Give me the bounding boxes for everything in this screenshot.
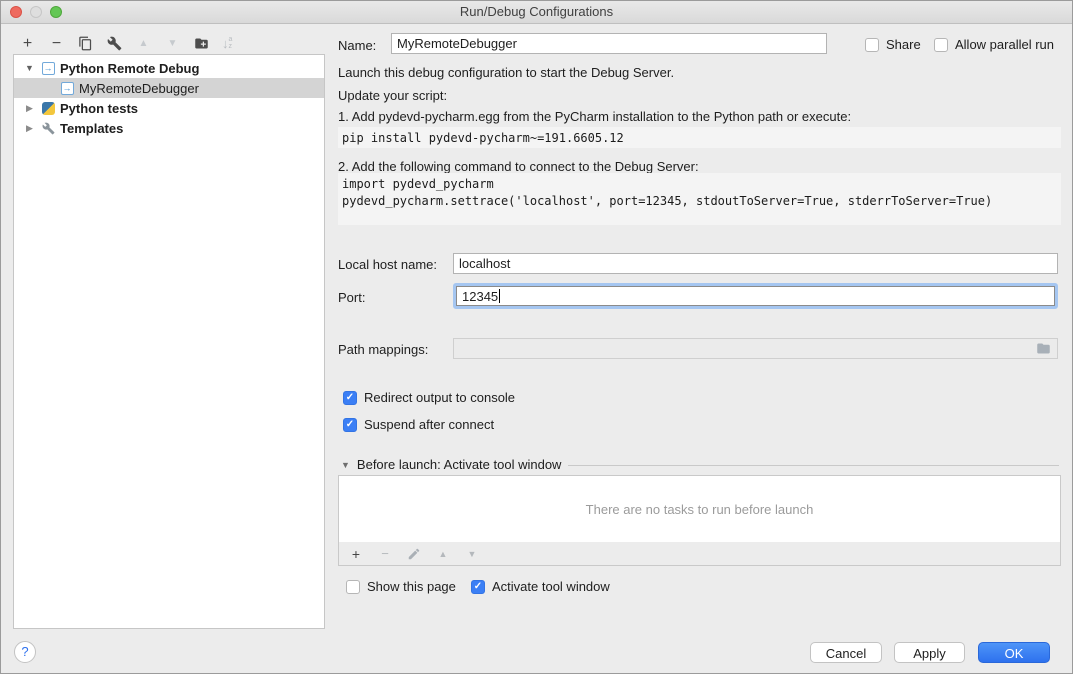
suspend-after-connect-checkbox[interactable]: ✓ [343, 418, 357, 432]
task-list-toolbar: + − ▲ ▼ [338, 542, 1061, 566]
suspend-after-connect-option: ✓ Suspend after connect [343, 417, 494, 432]
empty-task-list-text: There are no tasks to run before launch [586, 502, 814, 517]
section-divider [568, 465, 1059, 466]
allow-parallel-run-checkbox[interactable]: ✓ [934, 38, 948, 52]
name-label: Name: [338, 38, 376, 53]
configurations-toolbar: + − ▲ ▼ ↓ az [19, 34, 232, 52]
chevron-right-icon[interactable]: ▶ [23, 103, 36, 114]
traffic-lights [10, 6, 62, 18]
tree-item-myremotedebugger[interactable]: → MyRemoteDebugger [14, 78, 324, 98]
show-this-page-label: Show this page [367, 579, 456, 594]
tree-item-python-remote-debug[interactable]: ▼ → Python Remote Debug [14, 58, 324, 78]
activate-tool-window-label: Activate tool window [492, 579, 610, 594]
launch-instruction-text: Launch this debug configuration to start… [338, 65, 674, 80]
ok-button[interactable]: OK [978, 642, 1050, 663]
move-down-button[interactable]: ▼ [164, 35, 181, 52]
step2-text: 2. Add the following command to connect … [338, 159, 699, 174]
redirect-output-option: ✓ Redirect output to console [343, 390, 515, 405]
remove-configuration-button[interactable]: − [48, 35, 65, 52]
before-launch-title: Before launch: Activate tool window [357, 457, 562, 472]
remove-task-button[interactable]: − [377, 546, 393, 562]
redirect-output-label: Redirect output to console [364, 390, 515, 405]
before-launch-section-header[interactable]: ▼ Before launch: Activate tool window [341, 457, 1059, 472]
wrench-icon [41, 121, 55, 135]
remote-debug-icon: → [41, 61, 55, 75]
chevron-down-icon[interactable]: ▼ [23, 63, 36, 73]
chevron-down-icon[interactable]: ▼ [341, 460, 350, 470]
share-option: ✓ Share [865, 37, 921, 52]
remote-debug-icon: → [60, 81, 74, 95]
show-this-page-option: ✓ Show this page [346, 579, 456, 594]
close-window-button[interactable] [10, 6, 22, 18]
move-up-button[interactable]: ▲ [135, 35, 152, 52]
zoom-window-button[interactable] [50, 6, 62, 18]
path-mappings-input[interactable] [453, 338, 1058, 359]
run-debug-configurations-dialog: Run/Debug Configurations + − ▲ ▼ ↓ az ▼ … [0, 0, 1073, 674]
chevron-right-icon[interactable]: ▶ [23, 123, 36, 134]
settrace-code: import pydevd_pycharmpydevd_pycharm.sett… [338, 173, 1061, 225]
window-title: Run/Debug Configurations [1, 1, 1072, 23]
sort-configurations-icon[interactable]: ↓ az [222, 36, 232, 51]
share-label: Share [886, 37, 921, 52]
allow-parallel-run-option: ✓ Allow parallel run [934, 37, 1054, 52]
pip-install-code: pip install pydevd-pycharm~=191.6605.12 [338, 127, 1061, 148]
share-checkbox[interactable]: ✓ [865, 38, 879, 52]
tree-item-templates[interactable]: ▶ Templates [14, 118, 324, 138]
local-host-name-label: Local host name: [338, 257, 437, 272]
titlebar[interactable]: Run/Debug Configurations [1, 1, 1072, 24]
suspend-after-connect-label: Suspend after connect [364, 417, 494, 432]
python-icon [41, 101, 55, 115]
apply-button[interactable]: Apply [894, 642, 965, 663]
allow-parallel-run-label: Allow parallel run [955, 37, 1054, 52]
configurations-tree: ▼ → Python Remote Debug → MyRemoteDebugg… [13, 54, 325, 629]
port-input[interactable]: 12345 [453, 283, 1058, 309]
minimize-window-button[interactable] [30, 6, 42, 18]
text-caret [499, 289, 500, 303]
before-launch-task-list[interactable]: There are no tasks to run before launch [338, 475, 1061, 543]
redirect-output-checkbox[interactable]: ✓ [343, 391, 357, 405]
activate-tool-window-option: ✓ Activate tool window [471, 579, 610, 594]
step1-text: 1. Add pydevd-pycharm.egg from the PyCha… [338, 109, 851, 124]
local-host-name-input[interactable] [453, 253, 1058, 274]
tree-item-python-tests[interactable]: ▶ Python tests [14, 98, 324, 118]
port-label: Port: [338, 290, 365, 305]
create-folder-icon[interactable] [193, 35, 210, 52]
move-task-down-button[interactable]: ▼ [464, 546, 480, 562]
port-value: 12345 [462, 289, 498, 304]
update-script-text: Update your script: [338, 88, 447, 103]
add-task-button[interactable]: + [348, 546, 364, 562]
cancel-button[interactable]: Cancel [810, 642, 882, 663]
edit-defaults-wrench-icon[interactable] [106, 35, 123, 52]
copy-configuration-icon[interactable] [77, 35, 94, 52]
edit-task-pencil-icon[interactable] [406, 546, 422, 562]
add-configuration-button[interactable]: + [19, 35, 36, 52]
path-mappings-label: Path mappings: [338, 342, 428, 357]
move-task-up-button[interactable]: ▲ [435, 546, 451, 562]
browse-folder-icon[interactable] [1036, 341, 1051, 356]
help-button[interactable]: ? [14, 641, 36, 663]
show-this-page-checkbox[interactable]: ✓ [346, 580, 360, 594]
name-input[interactable] [391, 33, 827, 54]
activate-tool-window-checkbox[interactable]: ✓ [471, 580, 485, 594]
